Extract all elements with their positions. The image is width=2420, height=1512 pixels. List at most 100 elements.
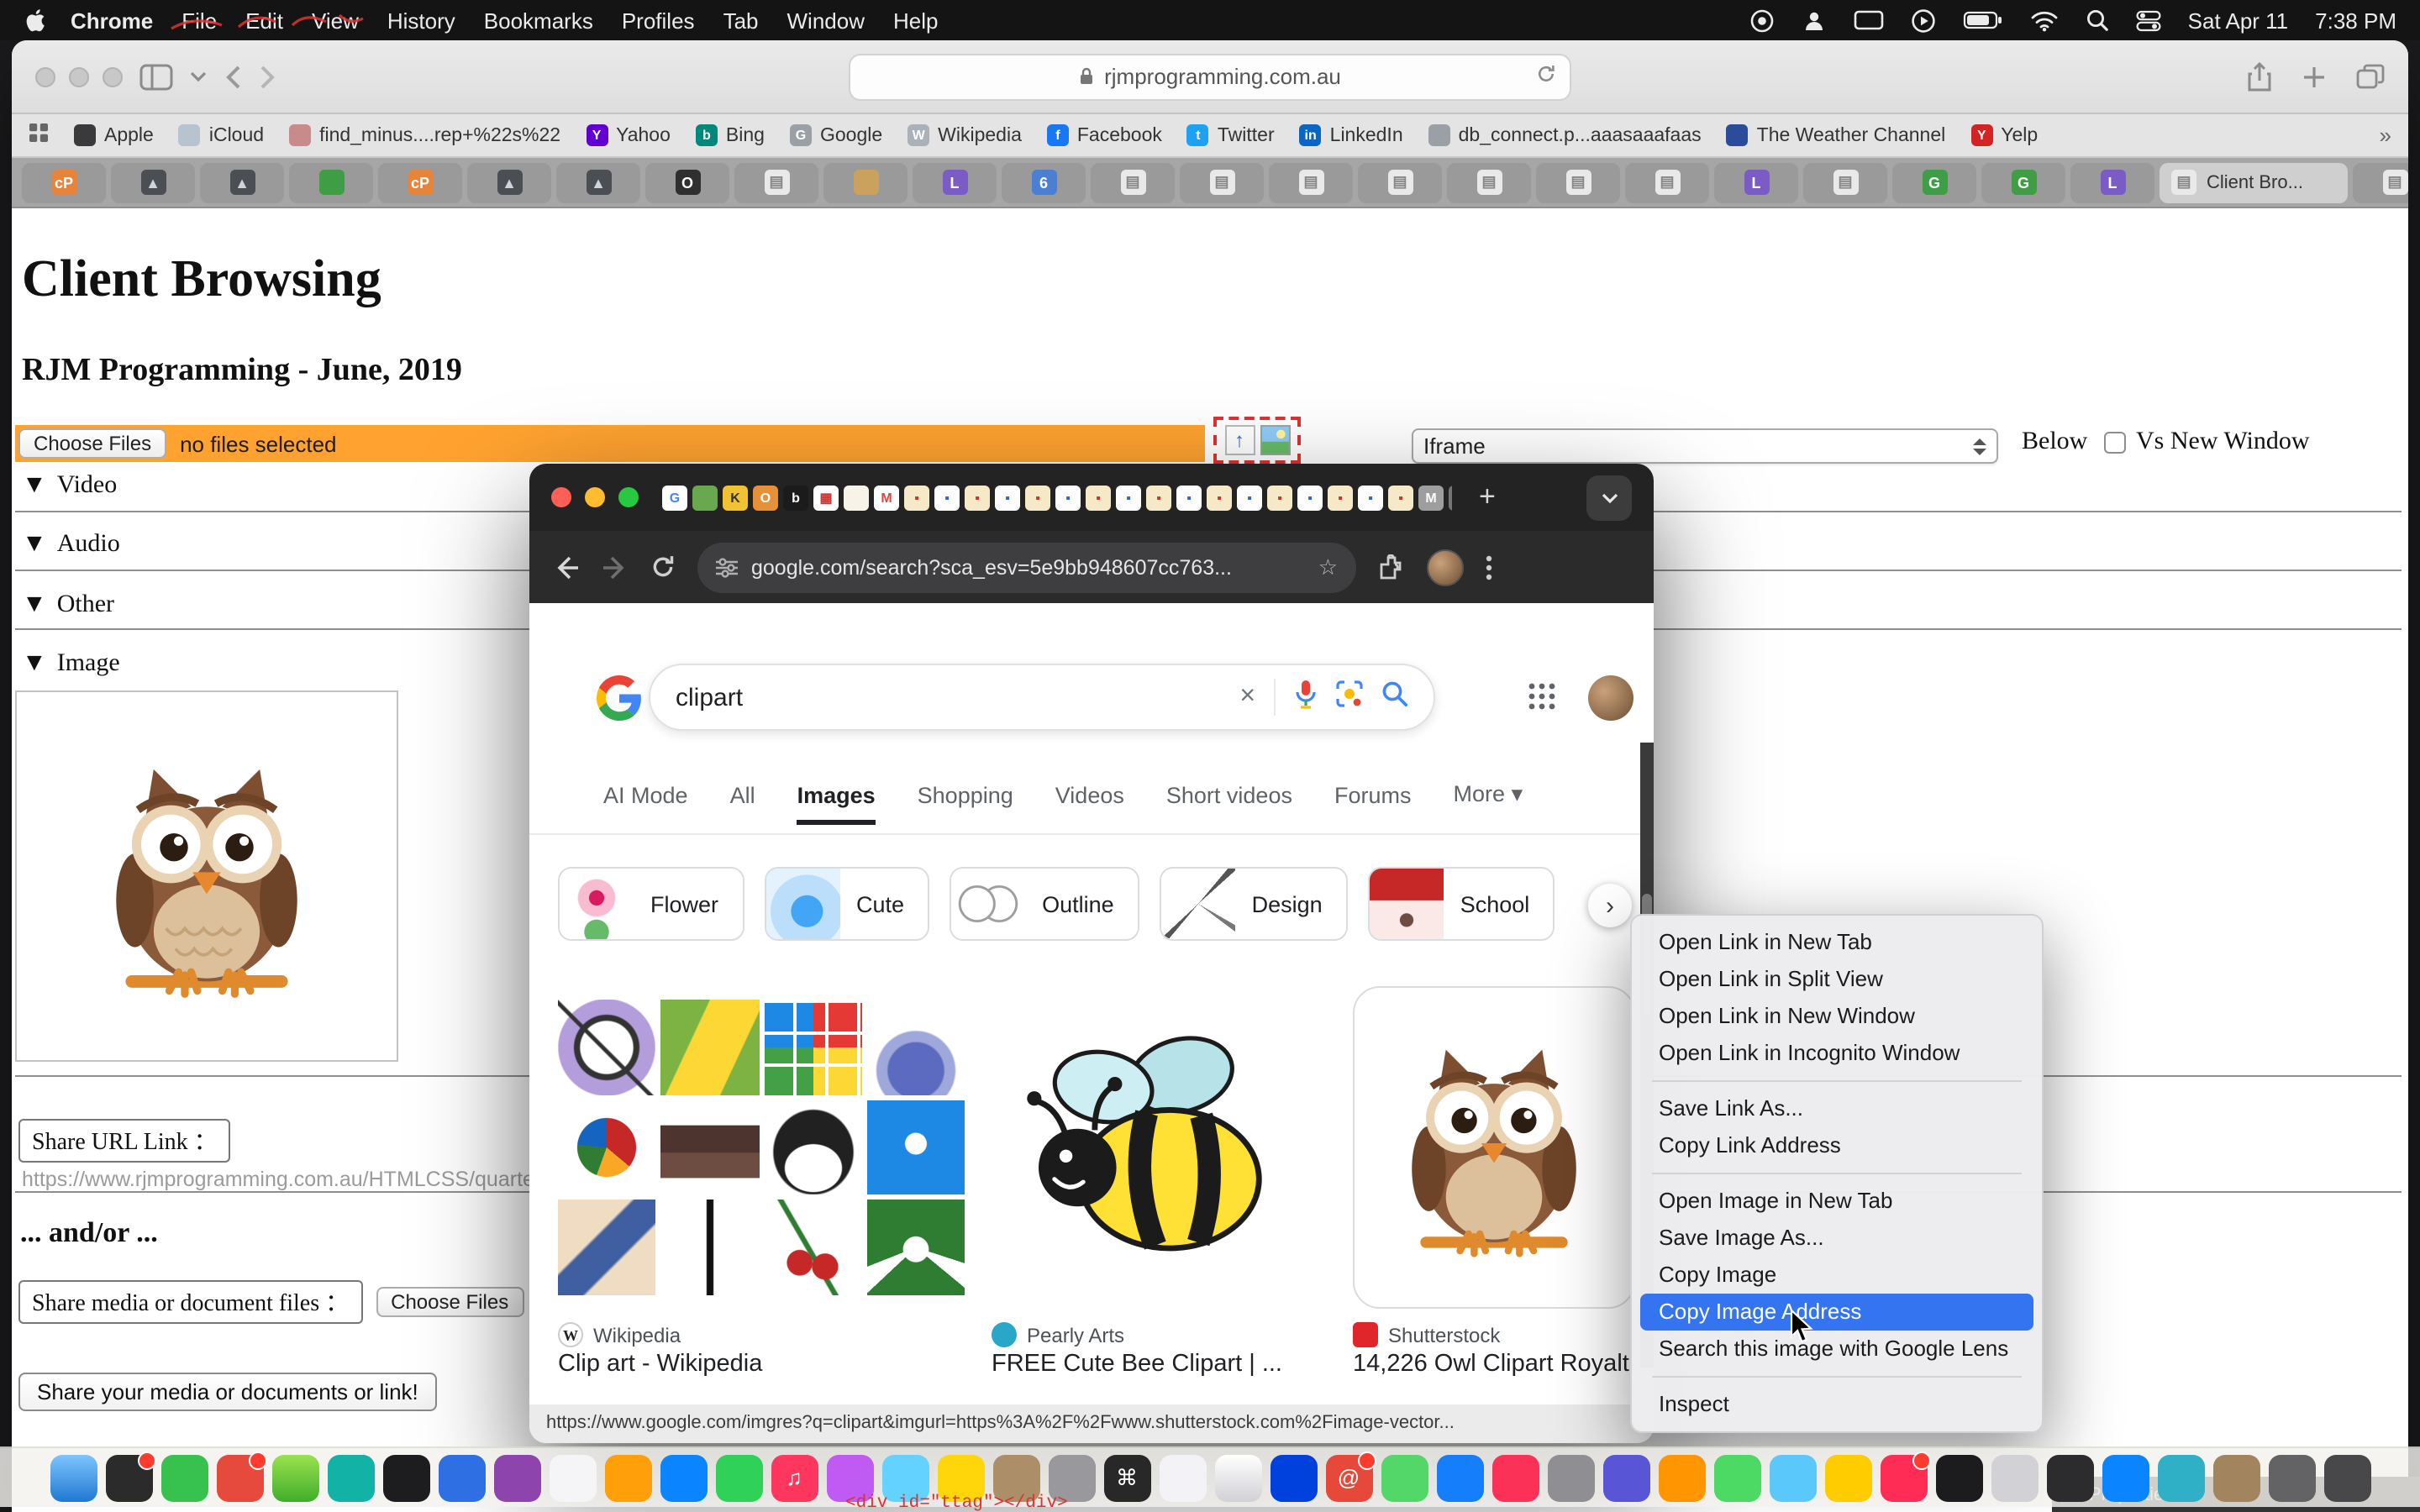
browser-tab[interactable]: ▤ (1091, 162, 1175, 202)
upload-icon[interactable]: ↑ (1224, 425, 1255, 455)
menu-item[interactable]: Tab (723, 8, 759, 33)
menu-item-inspect[interactable]: Inspect (1640, 1386, 2033, 1423)
dock-icon[interactable]: ♫ (771, 1454, 818, 1501)
browser-tab[interactable]: ▪ (1237, 485, 1262, 510)
forward-button[interactable] (602, 554, 629, 580)
menu-item-open-link-in-new-tab[interactable]: Open Link in New Tab (1640, 924, 2033, 961)
browser-tab[interactable] (692, 485, 718, 510)
browser-tab[interactable]: ▪ (1055, 485, 1081, 510)
dock-icon[interactable] (438, 1454, 485, 1501)
tab-videos[interactable]: Videos (1055, 783, 1124, 825)
chevron-down-icon[interactable] (190, 71, 207, 82)
dock-icon[interactable] (105, 1454, 152, 1501)
browser-tab[interactable]: ▤ (1269, 162, 1353, 202)
dock-icon[interactable] (2157, 1454, 2204, 1501)
dock-icon[interactable] (382, 1454, 429, 1501)
bookmark-item[interactable]: db_connect.p...aaasaaafaas (1428, 124, 1702, 146)
browser-tab[interactable]: ▪ (1025, 485, 1050, 510)
result-source[interactable]: W Wikipedia (558, 1322, 681, 1347)
zoom-window-button[interactable] (618, 487, 639, 507)
menu-item-open-link-in-incognito-window[interactable]: Open Link in Incognito Window (1640, 1035, 2033, 1072)
browser-tab[interactable]: M (874, 485, 899, 510)
google-logo[interactable] (597, 675, 642, 721)
chips-scroll-right-button[interactable]: › (1588, 884, 1632, 927)
dock-icon[interactable] (1270, 1454, 1317, 1501)
browser-tab[interactable] (844, 485, 869, 510)
dock-icon[interactable] (1381, 1454, 1428, 1501)
section-other[interactable]: ▼ Other (22, 591, 114, 620)
browser-tab[interactable]: ▤ (1180, 162, 1264, 202)
drop-target-box[interactable]: ↑ (1213, 417, 1301, 464)
back-button[interactable] (224, 63, 242, 90)
browser-tab[interactable]: L (1714, 162, 1798, 202)
tab-overview-icon[interactable] (2356, 64, 2385, 89)
reload-icon[interactable] (1536, 64, 1556, 89)
zoom-window-button[interactable] (103, 66, 123, 87)
dock-icon[interactable] (2268, 1454, 2315, 1501)
browser-tab[interactable]: ▤ (1447, 162, 1531, 202)
browser-tab[interactable]: 6 (1002, 162, 1086, 202)
browser-tab[interactable]: ▲ (556, 162, 640, 202)
dock-icon[interactable] (160, 1454, 208, 1501)
control-center-icon[interactable] (2136, 9, 2161, 31)
close-window-button[interactable] (35, 66, 55, 87)
result-image-clipart-collage[interactable] (558, 1000, 965, 1295)
forward-button[interactable] (259, 63, 277, 90)
bookmark-item[interactable]: Apple (74, 124, 154, 146)
browser-tab[interactable]: K (723, 485, 748, 510)
share-url-input[interactable]: https://www.rjmprogramming.com.au/HTMLCS… (22, 1168, 571, 1191)
bookmark-item[interactable]: t Twitter (1187, 124, 1275, 146)
display-mode-select[interactable]: Iframe (1412, 428, 1998, 464)
dock-icon[interactable] (1214, 1454, 1261, 1501)
google-profile-avatar[interactable] (1588, 675, 1634, 721)
menu-item-copy-link-address[interactable]: Copy Link Address (1640, 1127, 2033, 1164)
dock-icon[interactable] (493, 1454, 540, 1501)
apple-menu-icon[interactable] (24, 8, 47, 32)
dock-icon[interactable] (604, 1454, 651, 1501)
browser-tab[interactable]: cP (378, 162, 462, 202)
menu-item[interactable]: Window (787, 8, 865, 33)
dock-icon[interactable] (660, 1454, 707, 1501)
browser-tab[interactable]: ▪ (1267, 485, 1292, 510)
new-tab-icon[interactable] (2302, 65, 2326, 88)
clear-search-icon[interactable]: × (1239, 682, 1255, 712)
user-icon[interactable] (1802, 8, 1827, 33)
new-tab-button[interactable]: + (1479, 480, 1496, 514)
dock-icon[interactable] (327, 1454, 374, 1501)
result-source[interactable]: Shutterstock (1353, 1322, 1500, 1347)
menu-item[interactable]: Chrome (71, 8, 153, 33)
display-icon[interactable] (1854, 9, 1884, 31)
dock-icon[interactable]: @ (1325, 1454, 1372, 1501)
bookmark-item[interactable]: b Bing (696, 124, 765, 146)
bookmark-item[interactable]: Y Yahoo (586, 124, 671, 146)
browser-tab[interactable]: O (753, 485, 778, 510)
browser-tab[interactable]: ▪ (1388, 485, 1413, 510)
tab-images[interactable]: Images (797, 783, 876, 825)
search-submit-icon[interactable] (1381, 680, 1408, 714)
dock-icon[interactable] (2212, 1454, 2260, 1501)
vs-new-window-checkbox[interactable] (2104, 432, 2126, 454)
bookmark-item[interactable]: W Wikipedia (908, 124, 1022, 146)
dock-icon[interactable] (1880, 1454, 1927, 1501)
menu-item-save-image-as[interactable]: Save Image As... (1640, 1220, 2033, 1257)
mic-icon[interactable] (1294, 679, 1318, 716)
menu-item-save-link-as[interactable]: Save Link As... (1640, 1090, 2033, 1127)
dock-icon[interactable] (1713, 1454, 1760, 1501)
tab-ai-mode[interactable]: AI Mode (603, 783, 688, 825)
browser-tab[interactable]: ▪ (1328, 485, 1353, 510)
tab-short-videos[interactable]: Short videos (1166, 783, 1292, 825)
image-icon[interactable] (1260, 425, 1290, 455)
address-bar[interactable]: rjmprogramming.com.au (849, 53, 1571, 100)
menu-item-copy-image[interactable]: Copy Image (1640, 1257, 2033, 1294)
dock-icon[interactable] (216, 1454, 263, 1501)
browser-tab[interactable]: ▲ (200, 162, 284, 202)
dock-icon[interactable] (549, 1454, 596, 1501)
tab-more[interactable]: More ▾ (1454, 781, 1523, 825)
browser-tab[interactable]: ▪ (1207, 485, 1232, 510)
menu-item-open-link-in-split-view[interactable]: Open Link in Split View (1640, 961, 2033, 998)
menu-bar-date[interactable]: Sat Apr 11 (2188, 8, 2289, 33)
bookmark-item[interactable]: Y Yelp (1970, 124, 2038, 146)
dock-icon[interactable] (1547, 1454, 1594, 1501)
browser-tab[interactable] (823, 162, 908, 202)
browser-tab[interactable]: ▦ (813, 485, 839, 510)
